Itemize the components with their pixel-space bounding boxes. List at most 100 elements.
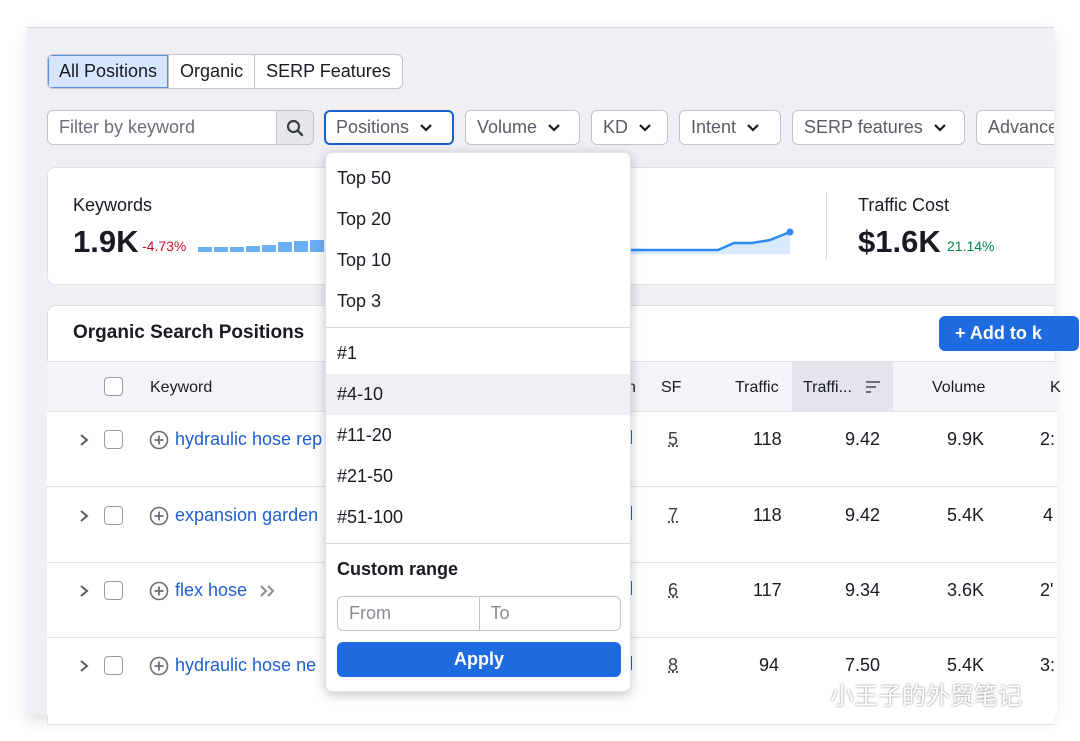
chevron-down-icon — [420, 124, 432, 132]
sf-count[interactable]: 7 — [668, 488, 678, 543]
menu-item-pos-1[interactable]: #1 — [326, 333, 630, 374]
sf-count[interactable]: 8 — [668, 638, 678, 693]
column-traffic[interactable]: Traffic — [735, 362, 779, 413]
sort-icon[interactable] — [865, 380, 881, 394]
advanced-filters-label: Advance — [988, 117, 1054, 137]
serp-features-dropdown[interactable]: SERP features — [792, 110, 965, 145]
positions-dropdown[interactable]: Positions — [324, 110, 454, 145]
traffic-cost-kpi-change: 21.14% — [947, 238, 995, 254]
column-keyword[interactable]: Keyword — [150, 362, 212, 413]
traffic-cost-kpi-label: Traffic Cost — [858, 195, 950, 215]
column-traffic-pct[interactable]: Traffi... — [803, 362, 852, 413]
add-keyword-icon[interactable] — [149, 656, 169, 676]
expand-chevron-icon[interactable] — [79, 584, 89, 598]
expand-chevron-icon[interactable] — [79, 659, 89, 673]
range-from-input[interactable]: From — [338, 597, 480, 630]
row-checkbox[interactable] — [104, 656, 123, 675]
column-volume[interactable]: Volume — [932, 362, 985, 413]
advanced-filters-dropdown[interactable]: Advance — [976, 110, 1054, 145]
keyword-filter: Filter by keyword — [47, 110, 314, 145]
keyword-link[interactable]: flex hose — [175, 563, 247, 618]
add-keyword-icon[interactable] — [149, 506, 169, 526]
sf-count[interactable]: 5 — [668, 412, 678, 467]
kd-value: 2: — [1040, 429, 1056, 449]
custom-range-inputs: From To — [337, 596, 621, 631]
kd-dropdown[interactable]: KD — [591, 110, 668, 145]
expand-chevron-icon[interactable] — [79, 433, 89, 447]
tab-all-positions[interactable]: All Positions — [48, 55, 170, 88]
wechat-icon — [791, 681, 822, 705]
volume-value: 9.9K — [947, 429, 985, 449]
keyword-link[interactable]: hydraulic hose rep — [175, 412, 322, 467]
positions-dropdown-label: Positions — [336, 117, 410, 137]
menu-item-top-50[interactable]: Top 50 — [326, 158, 630, 199]
column-sf[interactable]: SF — [661, 362, 681, 413]
positions-menu: Top 50 Top 20 Top 10 Top 3 #1 #4-10 #11-… — [325, 152, 631, 692]
menu-divider — [326, 543, 630, 544]
active-tab-indicator — [160, 27, 250, 28]
keywords-kpi-value: 1.9K — [73, 224, 139, 259]
search-button[interactable] — [276, 111, 313, 144]
intent-dropdown[interactable]: Intent — [679, 110, 781, 145]
kd-value: 3: — [1040, 655, 1056, 675]
menu-item-pos-11-20[interactable]: #11-20 — [326, 415, 630, 456]
range-to-input[interactable]: To — [480, 597, 621, 630]
kd-value: 4 — [1043, 505, 1054, 525]
kd-value: 2' — [1040, 580, 1054, 600]
column-kd[interactable]: K — [1050, 362, 1061, 413]
menu-item-pos-21-50[interactable]: #21-50 — [326, 456, 630, 497]
watermark-text: 小王子的外贸笔记 — [830, 683, 1022, 710]
add-to-keyword-list-button[interactable]: + Add to k — [939, 316, 1079, 351]
traffic-pct-value: 9.34 — [845, 580, 881, 600]
volume-dropdown[interactable]: Volume — [465, 110, 580, 145]
tab-serp-features[interactable]: SERP Features — [255, 55, 402, 88]
traffic-pct-value: 9.42 — [845, 429, 881, 449]
keywords-kpi-label: Keywords — [73, 195, 153, 215]
traffic-sparkline — [630, 228, 794, 254]
keyword-link[interactable]: hydraulic hose ne — [175, 638, 316, 693]
chevron-down-icon — [933, 124, 946, 132]
keyword-link[interactable]: expansion garden — [175, 488, 318, 543]
keyword-filter-input[interactable]: Filter by keyword — [48, 111, 276, 144]
menu-item-pos-4-10[interactable]: #4-10 — [326, 374, 630, 415]
keywords-kpi-change: -4.73% — [142, 238, 187, 254]
chevron-down-icon — [548, 124, 560, 132]
menu-item-top-10[interactable]: Top 10 — [326, 240, 630, 281]
serp-features-dropdown-label: SERP features — [804, 117, 923, 137]
sf-count[interactable]: 6 — [668, 563, 678, 618]
row-checkbox[interactable] — [104, 581, 123, 600]
select-all-checkbox[interactable] — [104, 377, 123, 396]
volume-dropdown-label: Volume — [477, 117, 538, 137]
traffic-value: 94 — [759, 655, 780, 675]
menu-item-top-3[interactable]: Top 3 — [326, 281, 630, 322]
apply-button[interactable]: Apply — [337, 642, 621, 677]
traffic-pct-value: 9.42 — [845, 505, 881, 525]
intent-dropdown-label: Intent — [691, 117, 737, 137]
section-title: Organic Search Positions — [73, 322, 305, 343]
add-keyword-icon[interactable] — [149, 430, 169, 450]
expand-chevron-icon[interactable] — [79, 509, 89, 523]
position-type-tabs: All Positions Organic SERP Features — [47, 54, 403, 89]
traffic-value: 118 — [753, 429, 782, 449]
custom-range-title: Custom range — [337, 559, 459, 579]
chevron-down-icon — [639, 124, 651, 132]
watermark: 小王子的外贸笔记 — [790, 676, 1022, 711]
traffic-cost-kpi-value: $1.6K — [858, 224, 941, 259]
traffic-value: 117 — [753, 580, 782, 600]
kpi-divider — [826, 193, 827, 259]
row-checkbox[interactable] — [104, 506, 123, 525]
volume-value: 5.4K — [947, 505, 985, 525]
keywords-sparkline — [198, 240, 324, 252]
kd-dropdown-label: KD — [603, 117, 629, 137]
volume-value: 3.6K — [947, 580, 985, 600]
add-keyword-icon[interactable] — [149, 581, 169, 601]
row-checkbox[interactable] — [104, 430, 123, 449]
traffic-value: 118 — [753, 505, 782, 525]
menu-divider — [326, 327, 630, 328]
tab-organic[interactable]: Organic — [169, 55, 256, 88]
menu-item-top-20[interactable]: Top 20 — [326, 199, 630, 240]
open-serp-icon[interactable] — [259, 584, 275, 598]
chevron-down-icon — [747, 124, 759, 132]
menu-item-pos-51-100[interactable]: #51-100 — [326, 497, 630, 538]
search-icon — [286, 119, 304, 136]
